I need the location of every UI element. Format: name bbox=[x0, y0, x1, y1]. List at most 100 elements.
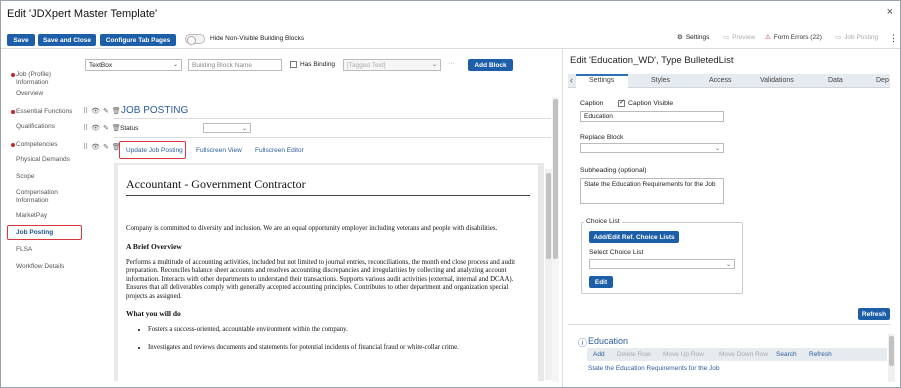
toolbar-divider bbox=[1, 48, 900, 49]
preview-title: Education bbox=[588, 336, 629, 346]
edit-dialog: Edit 'JDXpert Master Template' × Save Sa… bbox=[0, 0, 901, 388]
trash-icon[interactable]: 🗑 bbox=[112, 107, 121, 115]
preview-scrollbar[interactable] bbox=[888, 334, 895, 382]
warning-icon: ⚠ bbox=[765, 34, 771, 41]
add-edit-choice-lists-button[interactable]: Add/Edit Ref. Choice Lists bbox=[589, 231, 679, 243]
rich-text-editor[interactable]: Accountant - Government Contractor Compa… bbox=[114, 163, 544, 381]
scrollbar-thumb[interactable] bbox=[889, 336, 894, 366]
status-label: Status bbox=[120, 125, 139, 132]
edit-choice-list-button[interactable]: Edit bbox=[589, 276, 613, 288]
replace-block-select[interactable]: ⌄ bbox=[580, 143, 724, 153]
preview-divider bbox=[568, 324, 890, 325]
update-job-posting-link[interactable]: Update Job Posting bbox=[126, 147, 183, 154]
preview-icon: ▭ bbox=[723, 34, 730, 41]
builder-scrollbar[interactable] bbox=[552, 97, 559, 382]
section-title: JOB POSTING bbox=[121, 105, 189, 116]
add-block-button[interactable]: Add Block bbox=[468, 59, 513, 71]
job-title-heading: Accountant - Government Contractor bbox=[126, 177, 530, 196]
grid-move-down-button[interactable]: Move Down Row bbox=[719, 351, 768, 358]
tab-validations[interactable]: Validations bbox=[760, 77, 794, 84]
status-block-actions: ⠿ 👁 ✎ 🗑 bbox=[83, 124, 121, 132]
tab-styles[interactable]: Styles bbox=[651, 77, 670, 84]
caption-input[interactable]: Education bbox=[580, 111, 724, 122]
editor-scrollbar[interactable] bbox=[545, 169, 552, 380]
tagged-text-select[interactable]: [Tagged Text] ⌄ bbox=[343, 59, 441, 71]
drag-handle-icon[interactable]: ⠿ bbox=[83, 124, 88, 132]
brief-overview-body: Performs a multitude of accounting activ… bbox=[126, 258, 516, 300]
choice-list-label: Choice List bbox=[584, 218, 622, 225]
tab-data[interactable]: Data bbox=[828, 77, 843, 84]
sidebar-item-job-profile-information[interactable]: Job (Profile) Information bbox=[16, 71, 84, 87]
grid-move-up-button[interactable]: Move Up Row bbox=[663, 351, 704, 358]
sidebar-item-workflow-details[interactable]: Workflow Details bbox=[16, 263, 84, 271]
drag-handle-icon[interactable]: ⠿ bbox=[83, 107, 88, 115]
divider bbox=[114, 137, 551, 138]
grid-add-button[interactable]: Add bbox=[593, 351, 605, 358]
section-underline bbox=[114, 118, 551, 119]
choice-list-select[interactable]: ⌄ bbox=[589, 259, 735, 269]
refresh-button[interactable]: Refresh bbox=[858, 308, 890, 320]
tab-access[interactable]: Access bbox=[709, 77, 732, 84]
sidebar-item-scope[interactable]: Scope bbox=[16, 173, 84, 181]
sidebar-item-qualifications[interactable]: Qualifications bbox=[16, 123, 84, 131]
configure-tab-pages-button[interactable]: Configure Tab Pages bbox=[100, 34, 176, 46]
sidebar-item-marketpay[interactable]: MarketPay bbox=[16, 212, 84, 220]
eye-slash-icon[interactable]: 👁 bbox=[91, 143, 100, 151]
edit-icon[interactable]: ✎ bbox=[103, 143, 109, 151]
eye-slash-icon[interactable]: 👁 bbox=[91, 124, 100, 132]
fullscreen-editor-link[interactable]: Fullscreen Editor bbox=[255, 147, 304, 154]
tab-settings[interactable]: Settings bbox=[589, 77, 614, 84]
form-errors-button[interactable]: ⚠ Form Errors (22) bbox=[765, 33, 822, 42]
grid-refresh-button[interactable]: Refresh bbox=[809, 351, 832, 358]
brief-overview-heading: A Brief Overview bbox=[126, 241, 182, 251]
save-and-close-button[interactable]: Save and Close bbox=[38, 34, 96, 46]
replace-block-label: Replace Block bbox=[580, 134, 624, 141]
sidebar-item-overview[interactable]: Overview bbox=[16, 90, 84, 98]
error-dot-icon bbox=[11, 110, 15, 114]
more-options-icon[interactable]: ⋮ bbox=[889, 33, 898, 44]
document-icon: ▭ bbox=[835, 34, 842, 41]
intro-paragraph: Company is committed to diversity and in… bbox=[126, 225, 498, 232]
tab-dependencies[interactable]: Dep bbox=[876, 77, 889, 84]
eye-icon[interactable]: 👁 bbox=[91, 107, 100, 115]
edit-icon[interactable]: ✎ bbox=[103, 124, 109, 132]
subheading-textarea[interactable]: State the Education Requirements for the… bbox=[580, 178, 724, 204]
grid-delete-row-button[interactable]: Delete Row bbox=[617, 351, 651, 358]
save-button[interactable]: Save bbox=[7, 34, 35, 46]
chevron-down-icon: ⌄ bbox=[714, 146, 720, 152]
hide-non-visible-label: Hide Non-Visible Building Blocks bbox=[210, 35, 305, 42]
close-icon[interactable]: × bbox=[887, 6, 893, 18]
settings-button[interactable]: ⚙ Settings bbox=[677, 33, 709, 42]
info-icon: ⓘ bbox=[578, 338, 588, 348]
chevron-left-icon[interactable]: ‹ bbox=[570, 75, 573, 85]
grid-row[interactable]: State the Education Requirements for the… bbox=[588, 365, 720, 372]
chevron-down-icon: ⌄ bbox=[172, 62, 178, 68]
sidebar-item-flsa[interactable]: FLSA bbox=[16, 246, 84, 254]
chevron-down-icon: ⌄ bbox=[431, 62, 437, 68]
grid-search-button[interactable]: Search bbox=[776, 351, 797, 358]
building-block-name-input[interactable]: Building Block Name bbox=[188, 59, 282, 71]
caption-visible-checkbox[interactable] bbox=[618, 98, 625, 107]
error-dot-icon bbox=[11, 143, 15, 147]
block-type-select[interactable]: TextBox ⌄ bbox=[85, 59, 182, 71]
has-binding-label: Has Binding bbox=[300, 61, 336, 68]
scrollbar-thumb[interactable] bbox=[553, 99, 558, 259]
caption-label: Caption bbox=[580, 100, 604, 107]
gear-icon: ⚙ bbox=[677, 34, 683, 41]
job-posting-document: Accountant - Government Contractor Compa… bbox=[118, 165, 538, 381]
more-icon[interactable]: ··· bbox=[448, 60, 455, 67]
preview-button[interactable]: ▭ Preview bbox=[723, 33, 755, 42]
sidebar-item-essential-functions[interactable]: Essential Functions bbox=[16, 108, 84, 116]
has-binding-checkbox[interactable] bbox=[290, 61, 297, 68]
drag-handle-icon[interactable]: ⠿ bbox=[83, 143, 88, 151]
sidebar-item-physical-demands[interactable]: Physical Demands bbox=[16, 156, 84, 164]
edit-icon[interactable]: ✎ bbox=[103, 107, 109, 115]
sidebar-item-compensation-information[interactable]: Compensation Information bbox=[16, 189, 84, 205]
scrollbar-thumb[interactable] bbox=[546, 173, 551, 259]
sidebar-item-competencies[interactable]: Competencies bbox=[16, 141, 84, 149]
panel-title: Edit 'Education_WD', Type BulletedList bbox=[570, 55, 734, 66]
job-posting-button[interactable]: ▭ Job Posting bbox=[835, 33, 878, 42]
fullscreen-view-link[interactable]: Fullscreen View bbox=[196, 147, 242, 154]
hide-non-visible-toggle[interactable] bbox=[185, 34, 205, 45]
status-select[interactable]: ⌄ bbox=[203, 123, 251, 133]
